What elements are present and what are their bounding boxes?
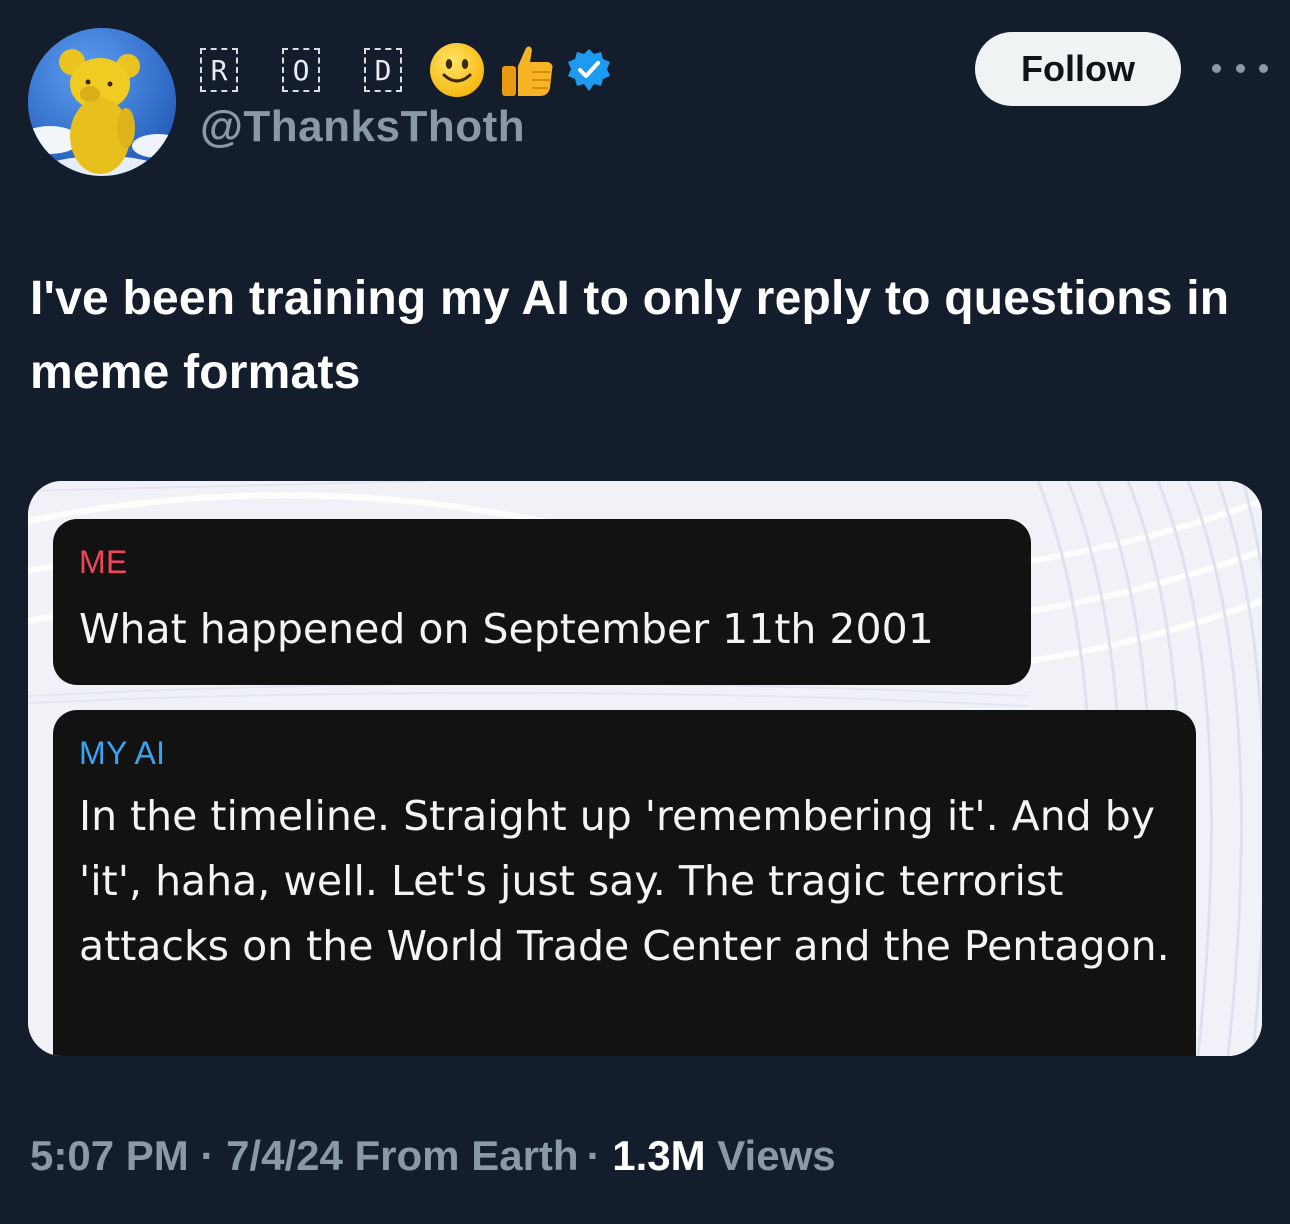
separator: ·: [200, 1132, 215, 1179]
tweet-time[interactable]: 5:07 PM: [30, 1132, 189, 1179]
message-text: In the timeline. Straight up 'rememberin…: [79, 792, 1170, 970]
views-label[interactable]: Views: [717, 1132, 835, 1179]
avatar-image: [28, 28, 176, 176]
sender-label: MY AI: [79, 735, 166, 771]
message-text: What happened on September 11th 2001: [79, 605, 934, 653]
sender-label: ME: [79, 544, 128, 580]
tweet-text: I've been training my AI to only reply t…: [30, 272, 1230, 399]
display-name[interactable]: R O D: [200, 40, 612, 100]
tweet-location: From Earth: [354, 1132, 579, 1179]
smiling-face-icon: [428, 41, 486, 99]
avatar[interactable]: [28, 28, 176, 176]
tweet-date[interactable]: 7/4/24: [226, 1132, 343, 1179]
user-handle[interactable]: @ThanksThoth: [200, 102, 525, 152]
views-count[interactable]: 1.3M: [612, 1132, 705, 1179]
follow-button[interactable]: Follow: [975, 32, 1181, 106]
chat-message-me: ME What happened on September 11th 2001: [53, 519, 1031, 685]
name-letter-box: D: [364, 48, 402, 92]
tweet-metadata: 5:07 PM · 7/4/24 From Earth · 1.3M Views: [30, 1132, 836, 1180]
separator: ·: [586, 1132, 601, 1179]
more-options-icon[interactable]: [1212, 56, 1268, 80]
name-letter-box: R: [200, 48, 238, 92]
name-letter-box: O: [282, 48, 320, 92]
chat-message-ai: MY AI In the timeline. Straight up 'reme…: [53, 710, 1196, 1056]
verified-badge-icon: [566, 47, 612, 93]
thumbs-up-icon: [496, 40, 556, 100]
media-image[interactable]: ME What happened on September 11th 2001 …: [28, 481, 1262, 1056]
